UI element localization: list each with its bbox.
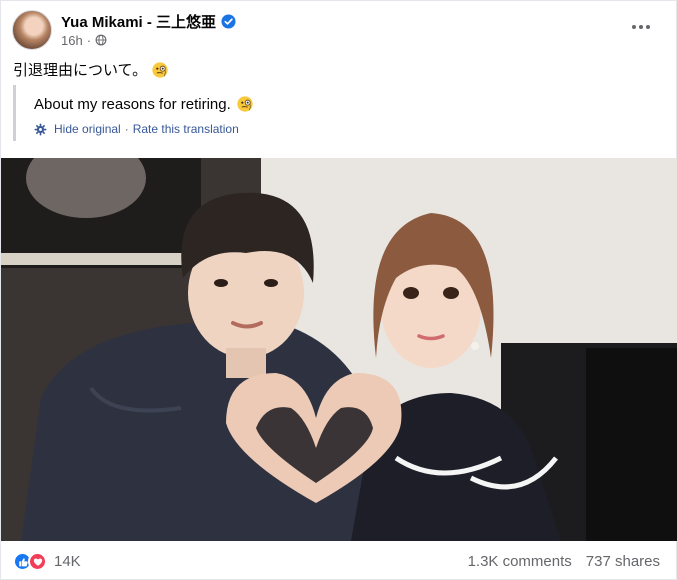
translation-links: Hide original · Rate this translation bbox=[34, 122, 239, 136]
post-text-content: 引退理由について。 bbox=[13, 62, 148, 79]
globe-icon bbox=[95, 34, 107, 46]
gear-icon[interactable] bbox=[34, 123, 47, 136]
post-timestamp[interactable]: 16h bbox=[61, 33, 83, 48]
shares-count[interactable]: 737 shares bbox=[586, 553, 660, 570]
more-options-icon[interactable] bbox=[626, 17, 656, 37]
love-reaction-icon bbox=[28, 552, 47, 571]
reactions-summary[interactable]: 14K bbox=[13, 552, 81, 571]
post-footer: 14K 1.3K comments 737 shares bbox=[1, 541, 677, 580]
engagement-counts: 1.3K comments 737 shares bbox=[468, 553, 660, 570]
comments-count[interactable]: 1.3K comments bbox=[468, 553, 572, 570]
post-photo[interactable] bbox=[1, 158, 677, 541]
author-name[interactable]: Yua Mikami - 三上悠亜 bbox=[61, 11, 216, 32]
author-avatar[interactable] bbox=[12, 10, 52, 50]
hide-original-link[interactable]: Hide original bbox=[54, 122, 121, 136]
monocle-face-emoji-icon bbox=[237, 96, 253, 112]
post-text: 引退理由について。 bbox=[13, 59, 169, 80]
post-meta: 16h · bbox=[61, 32, 107, 48]
translated-text: About my reasons for retiring. bbox=[34, 95, 231, 113]
translation-text: About my reasons for retiring. bbox=[34, 95, 254, 113]
translation-separator: · bbox=[124, 122, 129, 136]
reaction-count: 14K bbox=[54, 553, 81, 570]
monocle-face-emoji-icon bbox=[152, 61, 168, 78]
rate-translation-link[interactable]: Rate this translation bbox=[133, 122, 239, 136]
meta-separator: · bbox=[86, 32, 92, 48]
facebook-post: Yua Mikami - 三上悠亜 16h · 引退理由について。 About … bbox=[0, 0, 677, 580]
translation-block: About my reasons for retiring. Hide orig… bbox=[13, 85, 661, 141]
verified-badge-icon bbox=[221, 13, 236, 29]
author-row: Yua Mikami - 三上悠亜 bbox=[61, 11, 236, 31]
post-photo-image bbox=[1, 158, 677, 541]
